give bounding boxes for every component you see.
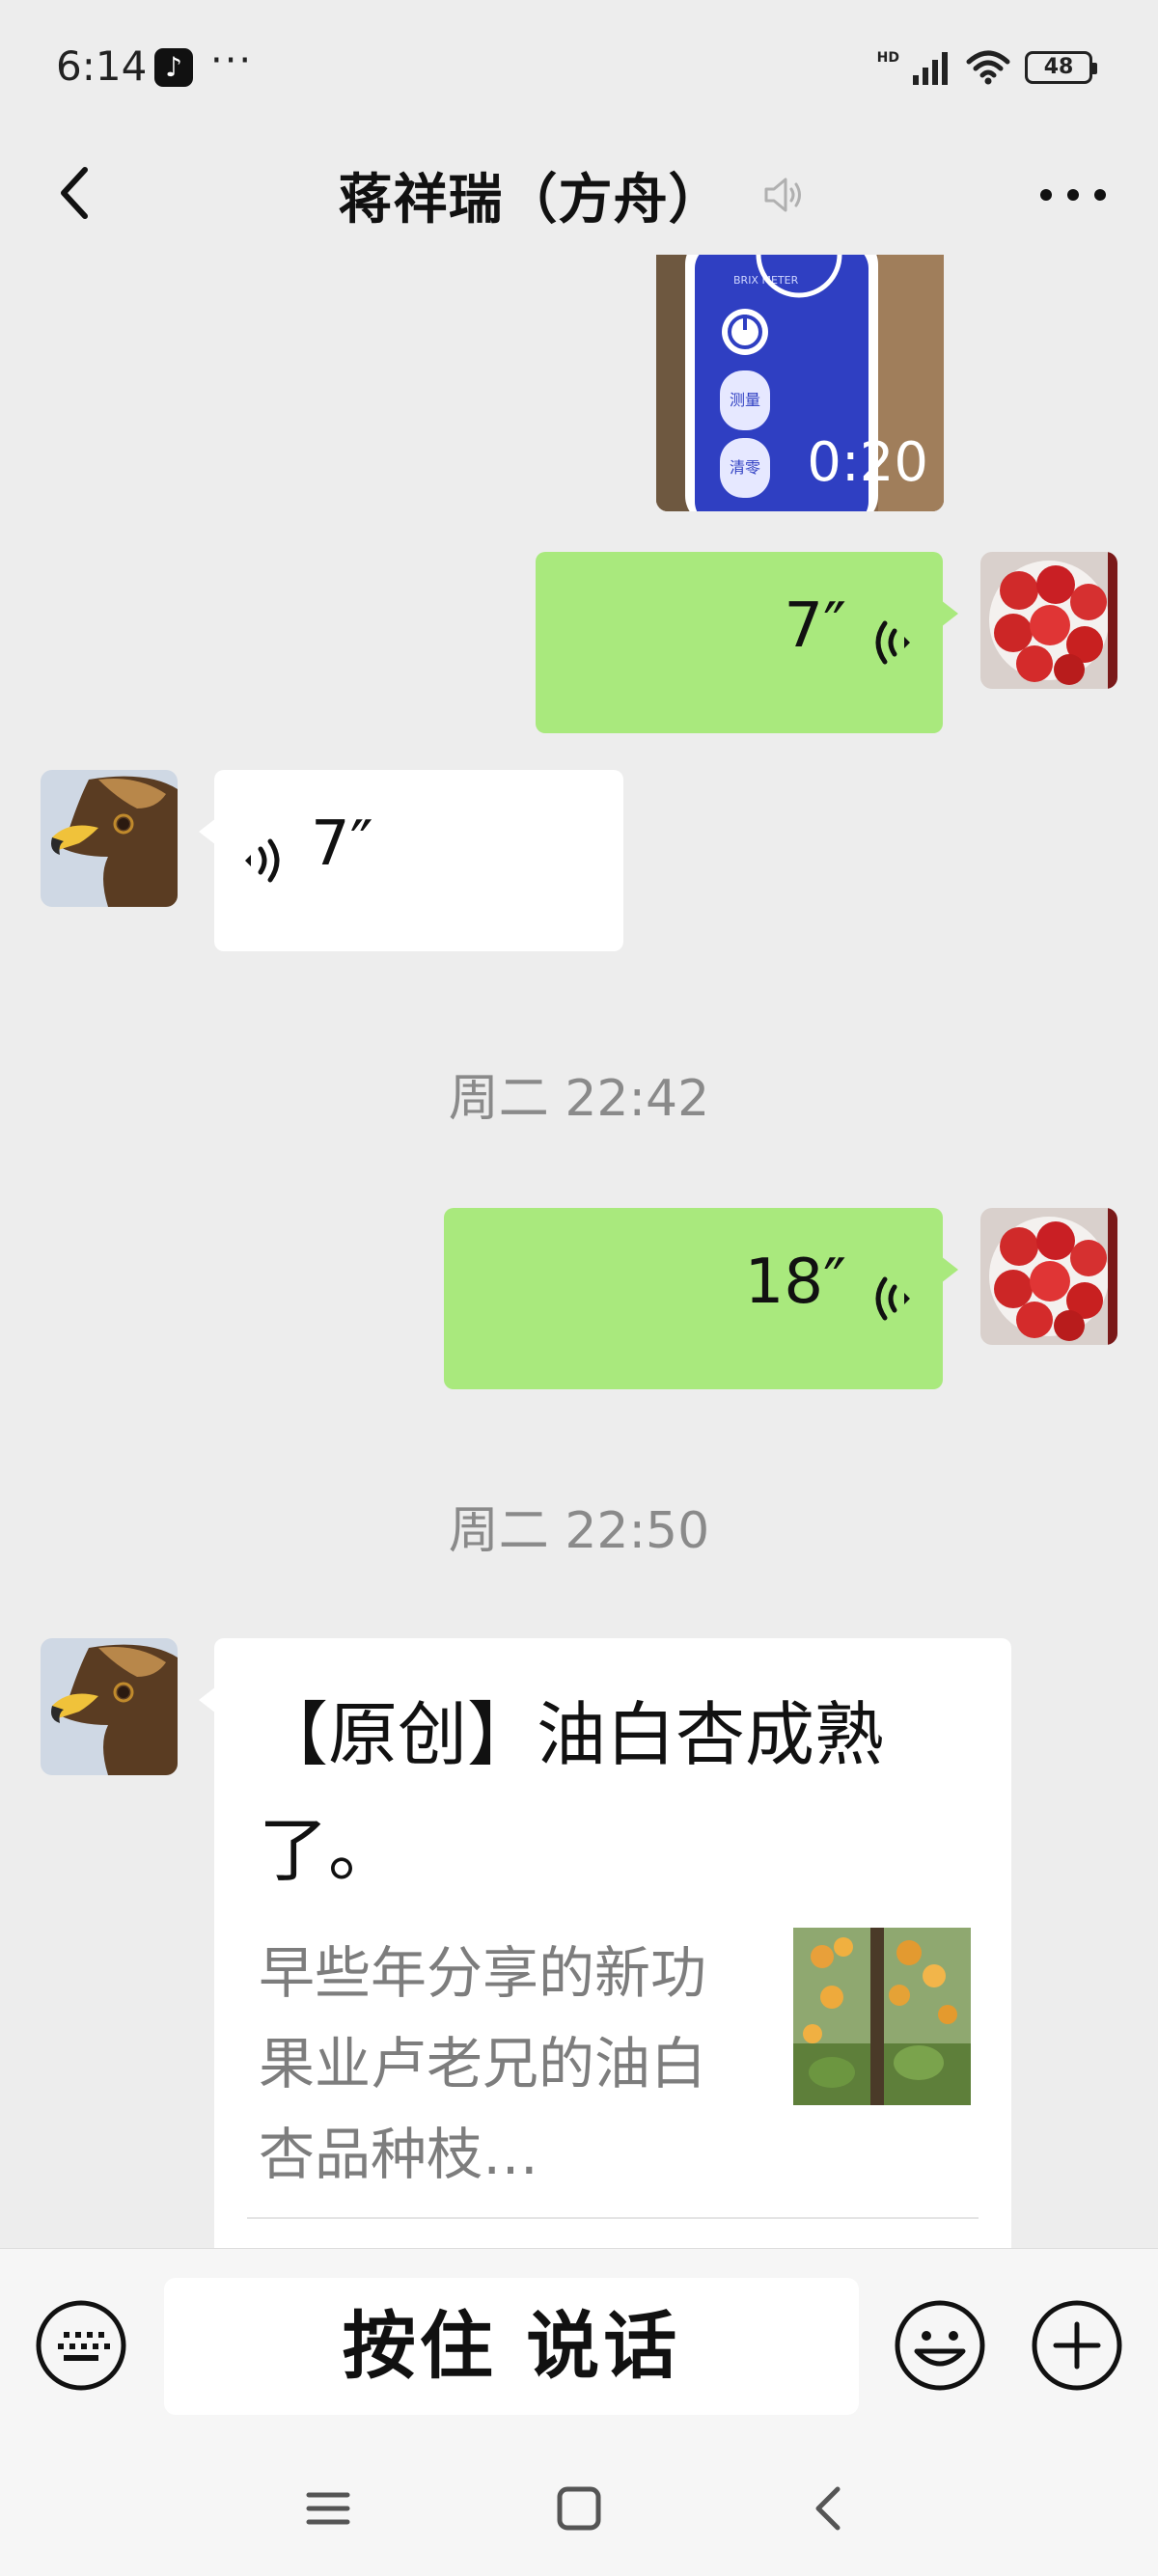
status-bar: 6:14 ♪ ··· HD 48 bbox=[0, 0, 1158, 135]
avatar-image-tomatoes bbox=[980, 1208, 1117, 1345]
voice-duration: 7″ bbox=[311, 808, 373, 880]
article-description: 早些年分享的新功果业卢老兄的油白杏品种枝… bbox=[259, 1940, 707, 2187]
voice-duration: 7″ bbox=[784, 590, 846, 662]
signal-icon bbox=[913, 52, 948, 85]
menu-icon[interactable] bbox=[299, 2480, 357, 2537]
hold-to-talk-button[interactable]: 按住 说话 bbox=[164, 2278, 859, 2415]
mute-icon bbox=[764, 178, 801, 212]
voice-duration: 18″ bbox=[744, 1247, 846, 1318]
status-indicators: HD 48 bbox=[876, 48, 1097, 87]
voice-wave-icon bbox=[875, 1276, 910, 1321]
contact-avatar[interactable] bbox=[41, 1638, 178, 1775]
svg-text:测量: 测量 bbox=[730, 391, 760, 409]
video-duration: 0:20 bbox=[807, 431, 928, 494]
contact-avatar[interactable] bbox=[41, 770, 178, 907]
article-thumbnail-image-apricots bbox=[793, 1928, 971, 2105]
avatar-image-tomatoes bbox=[980, 552, 1117, 689]
keyboard-icon[interactable] bbox=[35, 2299, 127, 2392]
tiktok-icon: ♪ bbox=[154, 48, 193, 87]
avatar-image-eagle bbox=[41, 1638, 178, 1775]
voice-message-received[interactable]: 7″ bbox=[199, 770, 623, 951]
my-avatar[interactable] bbox=[980, 552, 1117, 689]
message-timestamp: 周二 22:42 bbox=[448, 1070, 710, 1128]
status-time: 6:14 bbox=[56, 42, 148, 90]
hd-label: HD bbox=[876, 50, 899, 66]
voice-wave-icon bbox=[875, 620, 910, 665]
system-navigation-bar bbox=[0, 2441, 1158, 2576]
more-options-icon[interactable] bbox=[1036, 168, 1110, 222]
voice-message-sent[interactable]: 7″ bbox=[536, 552, 958, 733]
add-icon[interactable] bbox=[1031, 2299, 1123, 2392]
svg-text:清零: 清零 bbox=[730, 458, 760, 477]
my-avatar[interactable] bbox=[980, 1208, 1117, 1345]
article-divider bbox=[247, 2217, 979, 2219]
back-icon[interactable] bbox=[801, 2480, 859, 2537]
message-timestamp: 周二 22:50 bbox=[448, 1502, 710, 1560]
notification-more-icon: ··· bbox=[210, 39, 254, 83]
battery-icon: 48 bbox=[1025, 51, 1097, 84]
video-message[interactable]: BRIX METER 测量 清零 0:20 bbox=[656, 255, 944, 511]
home-icon[interactable] bbox=[550, 2480, 608, 2537]
article-title: 【原创】油白杏成熟了。 bbox=[259, 1694, 885, 1891]
chat-title: 蒋祥瑞（方舟） bbox=[338, 169, 724, 232]
chat-header: 蒋祥瑞（方舟） bbox=[0, 135, 1158, 255]
voice-message-sent[interactable]: 18″ bbox=[444, 1208, 958, 1389]
avatar-image-eagle bbox=[41, 770, 178, 907]
article-thumbnail bbox=[793, 1928, 971, 2105]
emoji-icon[interactable] bbox=[894, 2299, 986, 2392]
article-card[interactable]: 【原创】油白杏成熟了。 早些年分享的新功果业卢老兄的油白杏品种枝… bbox=[199, 1638, 1011, 2248]
wifi-icon bbox=[966, 50, 1010, 85]
input-bar: 按住 说话 bbox=[0, 2248, 1158, 2441]
voice-wave-icon bbox=[245, 838, 280, 883]
chat-messages[interactable]: BRIX METER 测量 清零 0:20 7″ 7″ 周二 22:42 18″… bbox=[0, 255, 1158, 2248]
